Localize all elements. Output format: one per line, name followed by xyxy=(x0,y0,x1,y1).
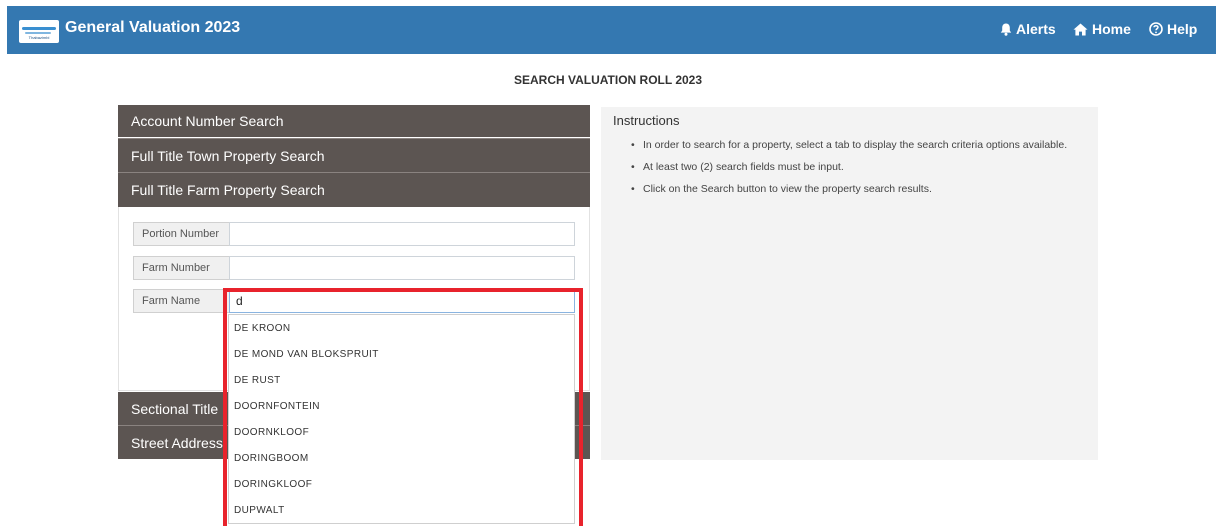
autocomplete-option[interactable]: DE RUST xyxy=(229,367,574,393)
home-icon xyxy=(1073,23,1088,36)
question-circle-icon xyxy=(1149,22,1163,36)
portion-number-input[interactable] xyxy=(229,222,575,246)
autocomplete-option[interactable]: DORINGBOOM xyxy=(229,445,574,471)
logo-wave xyxy=(22,27,56,30)
farm-name-input[interactable]: d xyxy=(229,289,575,313)
logo-wave-secondary xyxy=(25,32,51,34)
nav-alerts[interactable]: Alerts xyxy=(1000,21,1056,37)
instruction-item: In order to search for a property, selec… xyxy=(631,136,1071,154)
autocomplete-option[interactable]: DOORNKLOOF xyxy=(229,419,574,445)
autocomplete-option[interactable]: DUPWALT xyxy=(229,497,574,523)
instruction-item: At least two (2) search fields must be i… xyxy=(631,158,1071,176)
tab-farm-property-search[interactable]: Full Title Farm Property Search xyxy=(118,172,590,207)
nav-home[interactable]: Home xyxy=(1073,21,1131,37)
farm-name-label: Farm Name xyxy=(133,289,229,313)
tab-town-property-search[interactable]: Full Title Town Property Search xyxy=(118,138,590,172)
autocomplete-option[interactable]: DORINGKLOOF xyxy=(229,471,574,497)
farm-number-label: Farm Number xyxy=(133,256,229,280)
municipality-logo[interactable]: Thabazimbi xyxy=(19,20,59,43)
bell-icon xyxy=(1000,23,1012,36)
instructions-title: Instructions xyxy=(613,113,680,128)
tab-account-number-search[interactable]: Account Number Search xyxy=(118,105,590,137)
instructions-panel: Instructions In order to search for a pr… xyxy=(601,107,1098,460)
nav-home-label: Home xyxy=(1092,21,1131,37)
farm-number-input[interactable] xyxy=(229,256,575,280)
farm-name-field: Farm Name d xyxy=(133,289,575,313)
logo-text: Thabazimbi xyxy=(28,35,50,40)
instructions-list: In order to search for a property, selec… xyxy=(631,136,1071,202)
app-title[interactable]: General Valuation 2023 xyxy=(65,19,240,37)
instruction-item: Click on the Search button to view the p… xyxy=(631,180,1071,198)
autocomplete-option[interactable]: DOORNFONTEIN xyxy=(229,393,574,419)
nav-help-label: Help xyxy=(1167,21,1198,37)
portion-number-field: Portion Number xyxy=(133,222,575,246)
farm-number-field: Farm Number xyxy=(133,256,575,280)
nav-help[interactable]: Help xyxy=(1149,21,1197,37)
autocomplete-option[interactable]: DE MOND VAN BLOKSPRUIT xyxy=(229,341,574,367)
nav-alerts-label: Alerts xyxy=(1016,21,1056,37)
page-title: SEARCH VALUATION ROLL 2023 xyxy=(513,73,703,87)
autocomplete-option[interactable]: DE KROON xyxy=(229,315,574,341)
farm-name-autocomplete-list: DE KROON DE MOND VAN BLOKSPRUIT DE RUST … xyxy=(228,314,575,524)
portion-number-label: Portion Number xyxy=(133,222,229,246)
top-navbar: Thabazimbi General Valuation 2023 Alerts… xyxy=(7,6,1216,54)
